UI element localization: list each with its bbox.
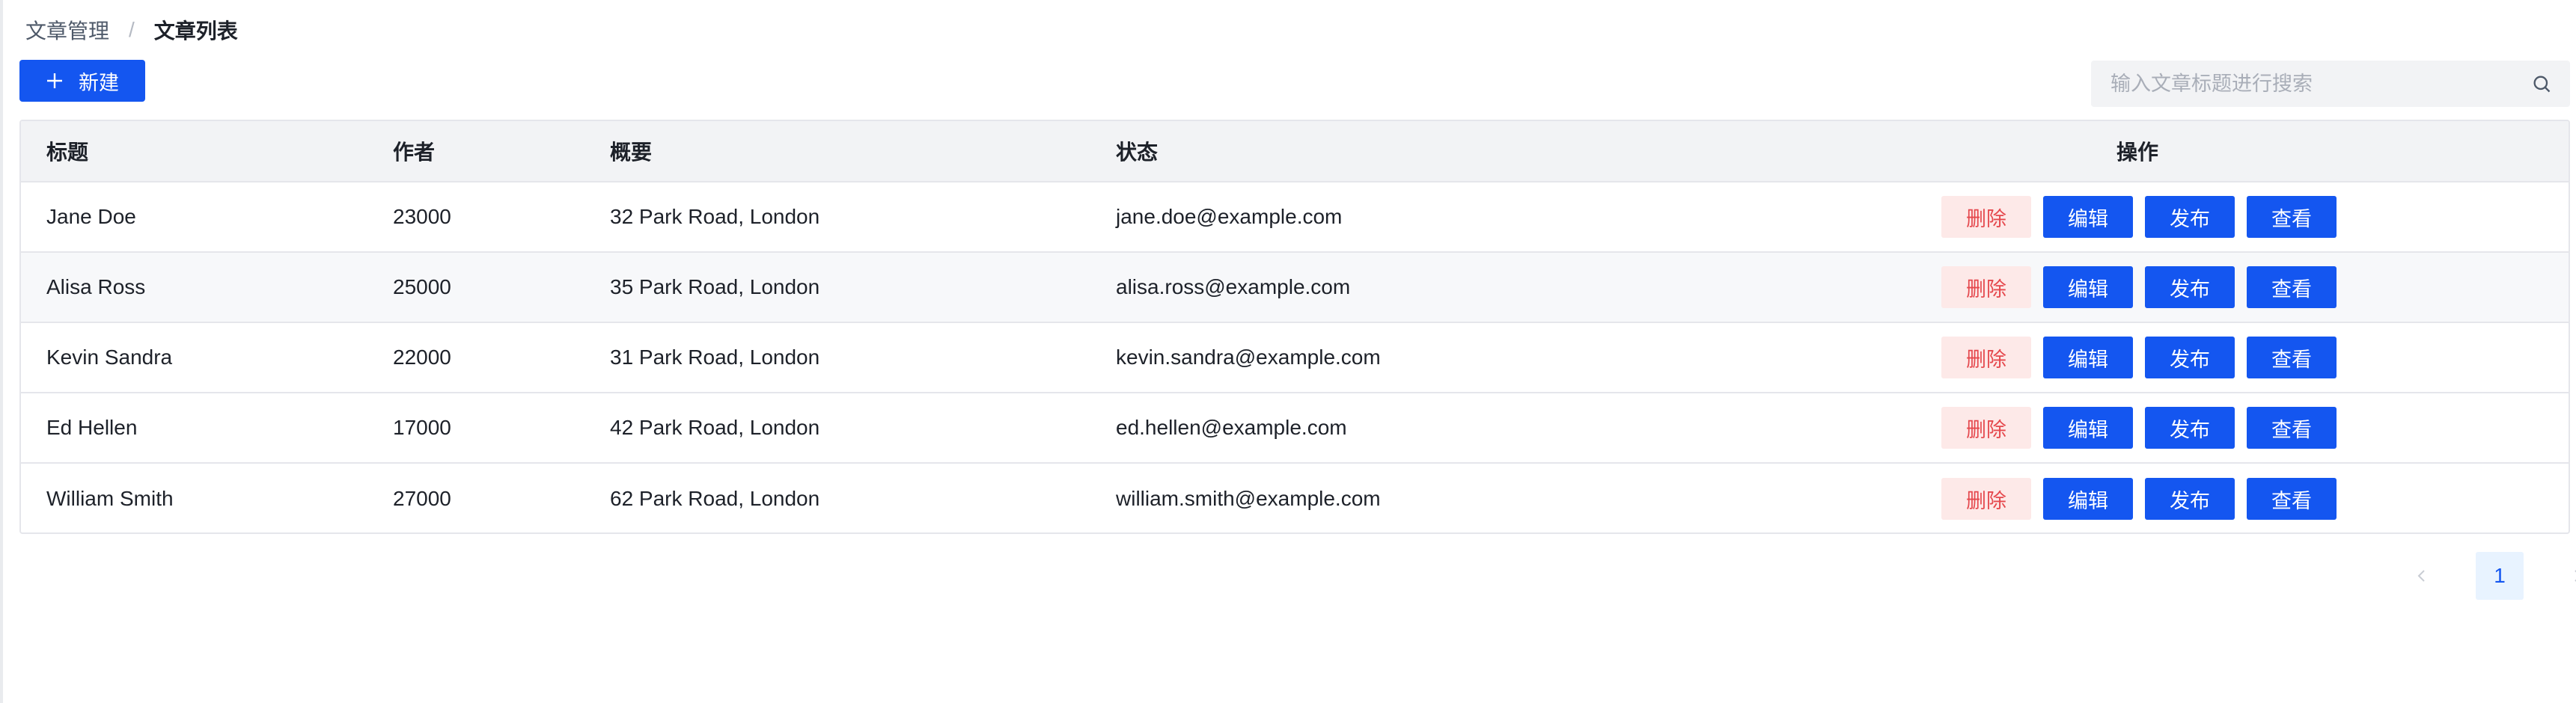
breadcrumb-separator: / [129, 18, 135, 41]
breadcrumb-parent[interactable]: 文章管理 [25, 15, 109, 45]
prev-page-button[interactable] [2398, 552, 2446, 600]
column-header-author: 作者 [393, 141, 436, 164]
publish-button[interactable]: 发布 [2145, 337, 2235, 378]
cell-title: Jane Doe [46, 205, 136, 228]
view-button[interactable]: 查看 [2247, 337, 2337, 378]
table-row: William Smith 27000 62 Park Road, London… [21, 464, 2569, 532]
plus-icon [47, 73, 62, 88]
table-row: Kevin Sandra 22000 31 Park Road, London … [21, 323, 2569, 393]
breadcrumb-current: 文章列表 [153, 19, 238, 43]
cell-summary: 42 Park Road, London [610, 416, 820, 439]
search-box [2091, 61, 2570, 107]
table-row: Alisa Ross 25000 35 Park Road, London al… [21, 253, 2569, 323]
edit-button[interactable]: 编辑 [2043, 266, 2133, 308]
article-list-page: 文章管理 / 文章列表 新建 标题 作者 概要 状态 操作 Jane Doe 2… [0, 0, 2576, 703]
article-table: 标题 作者 概要 状态 操作 Jane Doe 23000 32 Park Ro… [19, 120, 2570, 534]
view-button[interactable]: 查看 [2247, 407, 2337, 449]
chevron-right-icon [2575, 570, 2576, 582]
row-actions: 删除 编辑 发布 查看 [1941, 323, 2337, 392]
cell-author: 22000 [393, 346, 451, 369]
publish-button[interactable]: 发布 [2145, 407, 2235, 449]
pagination: 1 [2398, 552, 2576, 600]
delete-button[interactable]: 删除 [1941, 478, 2031, 520]
column-header-title: 标题 [46, 141, 89, 164]
cell-author: 23000 [393, 205, 451, 228]
cell-status: jane.doe@example.com [1116, 205, 1343, 228]
chevron-left-icon [2417, 570, 2425, 582]
new-article-button[interactable]: 新建 [19, 60, 145, 102]
cell-author: 17000 [393, 416, 451, 439]
breadcrumb: 文章管理 / 文章列表 [25, 16, 238, 43]
cell-author: 25000 [393, 275, 451, 298]
column-header-summary: 概要 [610, 141, 653, 164]
edit-button[interactable]: 编辑 [2043, 196, 2133, 238]
cell-title: William Smith [46, 487, 174, 510]
table-row: Ed Hellen 17000 42 Park Road, London ed.… [21, 393, 2569, 464]
publish-button[interactable]: 发布 [2145, 196, 2235, 238]
cell-author: 27000 [393, 487, 451, 510]
edit-button[interactable]: 编辑 [2043, 407, 2133, 449]
cell-status: kevin.sandra@example.com [1116, 346, 1381, 369]
cell-title: Ed Hellen [46, 416, 138, 439]
next-page-button[interactable] [2554, 552, 2576, 600]
search-input[interactable] [2091, 72, 2531, 96]
table-row: Jane Doe 23000 32 Park Road, London jane… [21, 182, 2569, 253]
publish-button[interactable]: 发布 [2145, 266, 2235, 308]
cell-status: ed.hellen@example.com [1116, 416, 1347, 439]
delete-button[interactable]: 删除 [1941, 196, 2031, 238]
row-actions: 删除 编辑 发布 查看 [1941, 464, 2337, 532]
column-header-status: 状态 [1116, 141, 1159, 164]
page-number[interactable]: 1 [2476, 552, 2524, 600]
delete-button[interactable]: 删除 [1941, 266, 2031, 308]
row-actions: 删除 编辑 发布 查看 [1941, 182, 2337, 251]
view-button[interactable]: 查看 [2247, 266, 2337, 308]
edit-button[interactable]: 编辑 [2043, 337, 2133, 378]
view-button[interactable]: 查看 [2247, 196, 2337, 238]
delete-button[interactable]: 删除 [1941, 407, 2031, 449]
publish-button[interactable]: 发布 [2145, 478, 2235, 520]
cell-summary: 62 Park Road, London [610, 487, 820, 510]
new-article-label: 新建 [79, 71, 119, 94]
cell-summary: 32 Park Road, London [610, 205, 820, 228]
cell-summary: 35 Park Road, London [610, 275, 820, 298]
cell-title: Kevin Sandra [46, 346, 173, 369]
view-button[interactable]: 查看 [2247, 478, 2337, 520]
column-header-ops: 操作 [2116, 141, 2159, 164]
cell-title: Alisa Ross [46, 275, 146, 298]
row-actions: 删除 编辑 发布 查看 [1941, 393, 2337, 462]
cell-status: alisa.ross@example.com [1116, 275, 1351, 298]
row-actions: 删除 编辑 发布 查看 [1941, 253, 2337, 322]
cell-status: william.smith@example.com [1116, 487, 1381, 510]
search-icon[interactable] [2531, 73, 2552, 94]
table-header: 标题 作者 概要 状态 操作 [21, 121, 2569, 182]
edit-button[interactable]: 编辑 [2043, 478, 2133, 520]
cell-summary: 31 Park Road, London [610, 346, 820, 369]
delete-button[interactable]: 删除 [1941, 337, 2031, 378]
